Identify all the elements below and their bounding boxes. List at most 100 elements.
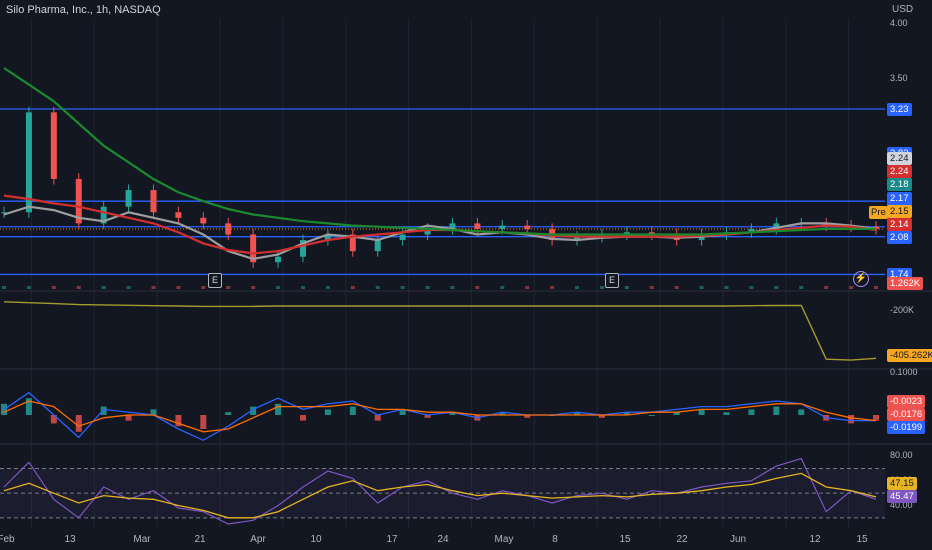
candle-body: [200, 217, 207, 224]
obv-axis-tick: -200K: [890, 305, 915, 315]
macd-value-label: -0.0199: [887, 421, 926, 434]
volume-bar: [874, 286, 878, 289]
macd-histogram-bar: [324, 409, 331, 415]
volume-bar: [774, 286, 779, 289]
volume-bar: [151, 286, 156, 289]
candle-body: [499, 225, 506, 229]
obv-value-label: -405.262K: [887, 349, 932, 362]
lightning-icon[interactable]: ⚡: [853, 271, 869, 287]
price-label-ma: 2.14: [887, 218, 912, 231]
time-axis-tick: Feb: [0, 534, 15, 545]
price-label-ma-mid: 2.24: [887, 165, 912, 178]
time-axis-tick: 15: [856, 534, 868, 545]
price-label-level: 3.23: [887, 103, 912, 117]
volume-bar: [475, 286, 480, 289]
price-label-last: 2.15: [887, 205, 912, 218]
symbol-title: Silo Pharma, Inc., 1h, NASDAQ: [6, 4, 161, 16]
time-axis-tick: 13: [64, 534, 76, 545]
candle-body: [150, 190, 157, 213]
earnings-mark[interactable]: E: [605, 273, 619, 288]
macd-histogram-bar: [100, 406, 107, 415]
candle-body: [25, 112, 32, 213]
volume-bar: [176, 286, 181, 289]
price-label-level: 2.08: [887, 231, 912, 244]
currency-label: USD: [892, 4, 914, 15]
time-axis-tick: 8: [552, 534, 558, 545]
price-axis-tick: 4.00: [890, 17, 908, 28]
volume-bar: [276, 286, 281, 289]
volume-bar: [425, 286, 430, 289]
volume-bar: [500, 286, 505, 289]
macd-histogram-bar: [748, 409, 755, 415]
time-axis-tick: 12: [809, 534, 821, 545]
volume-bar: [2, 286, 6, 289]
price-label-ma-short: 2.24: [887, 152, 912, 165]
volume-bar: [300, 286, 305, 289]
volume-bar: [126, 286, 131, 289]
macd-line: [3, 391, 876, 441]
time-axis-tick: 24: [437, 534, 449, 545]
time-axis-tick: Mar: [133, 534, 151, 545]
candle-body: [125, 190, 132, 207]
volume-bar: [699, 286, 704, 289]
time-axis-tick: 21: [194, 534, 206, 545]
volume-bar: [550, 286, 555, 289]
macd-histogram-bar: [275, 403, 282, 415]
chart-canvas: [0, 18, 932, 528]
candle-body: [225, 223, 232, 235]
time-axis-tick: Jun: [729, 534, 747, 545]
signal-line: [3, 400, 877, 433]
volume-bar: [226, 286, 231, 289]
time-axis-tick: 17: [386, 534, 398, 545]
macd-histogram-bar: [374, 415, 381, 421]
volume-bar: [824, 286, 829, 289]
time-axis-tick: May: [494, 534, 514, 545]
volume-bar: [674, 286, 679, 289]
time-axis-tick: 10: [310, 534, 322, 545]
volume-bar: [76, 286, 81, 289]
candle-body: [474, 223, 481, 229]
price-label-level: 2.17: [887, 192, 912, 205]
time-axis-tick: 15: [619, 534, 631, 545]
volume-bar: [724, 286, 729, 289]
earnings-mark[interactable]: E: [208, 273, 222, 288]
volume-bar: [101, 286, 106, 289]
macd-histogram-bar: [299, 415, 306, 421]
price-label-volume: 1.262K: [887, 277, 924, 290]
macd-histogram-bar: [773, 406, 780, 415]
volume-bar: [400, 286, 405, 289]
macd-histogram-bar: [225, 412, 232, 415]
pre-market-label: Pre: [869, 206, 888, 219]
obv-line: [3, 301, 877, 361]
rsi-value-label: 45.47: [887, 490, 917, 503]
volume-bar: [749, 286, 754, 289]
macd-histogram-bar: [848, 415, 855, 424]
volume-bar: [799, 286, 804, 289]
volume-bar: [201, 286, 206, 289]
volume-bar: [450, 286, 455, 289]
macd-histogram-bar: [75, 415, 82, 432]
volume-bar: [624, 286, 629, 289]
price-label-ma-long: 2.18: [887, 178, 912, 191]
candle-body: [524, 225, 531, 229]
ma-long-line: [3, 67, 876, 236]
volume-bar: [849, 286, 854, 289]
macd-axis-tick: 0.1000: [890, 367, 918, 377]
volume-bar: [649, 286, 654, 289]
volume-bar: [350, 286, 355, 289]
candle-body: [399, 234, 406, 241]
macd-value-label: -0.0176: [887, 408, 926, 421]
macd-histogram-bar: [200, 415, 207, 429]
macd-histogram-bar: [723, 412, 730, 415]
macd-histogram-bar: [648, 415, 655, 416]
volume-bar: [251, 286, 256, 289]
volume-bar: [375, 286, 380, 289]
volume-bar: [599, 286, 604, 289]
volume-bar: [525, 286, 530, 289]
candle-body: [275, 256, 282, 263]
ma-mid-line: [3, 194, 877, 255]
macd-value-label: -0.0023: [887, 395, 926, 408]
candle-body: [50, 112, 57, 179]
rsi-axis-tick: 80.00: [890, 450, 913, 461]
volume-bar: [51, 286, 56, 289]
